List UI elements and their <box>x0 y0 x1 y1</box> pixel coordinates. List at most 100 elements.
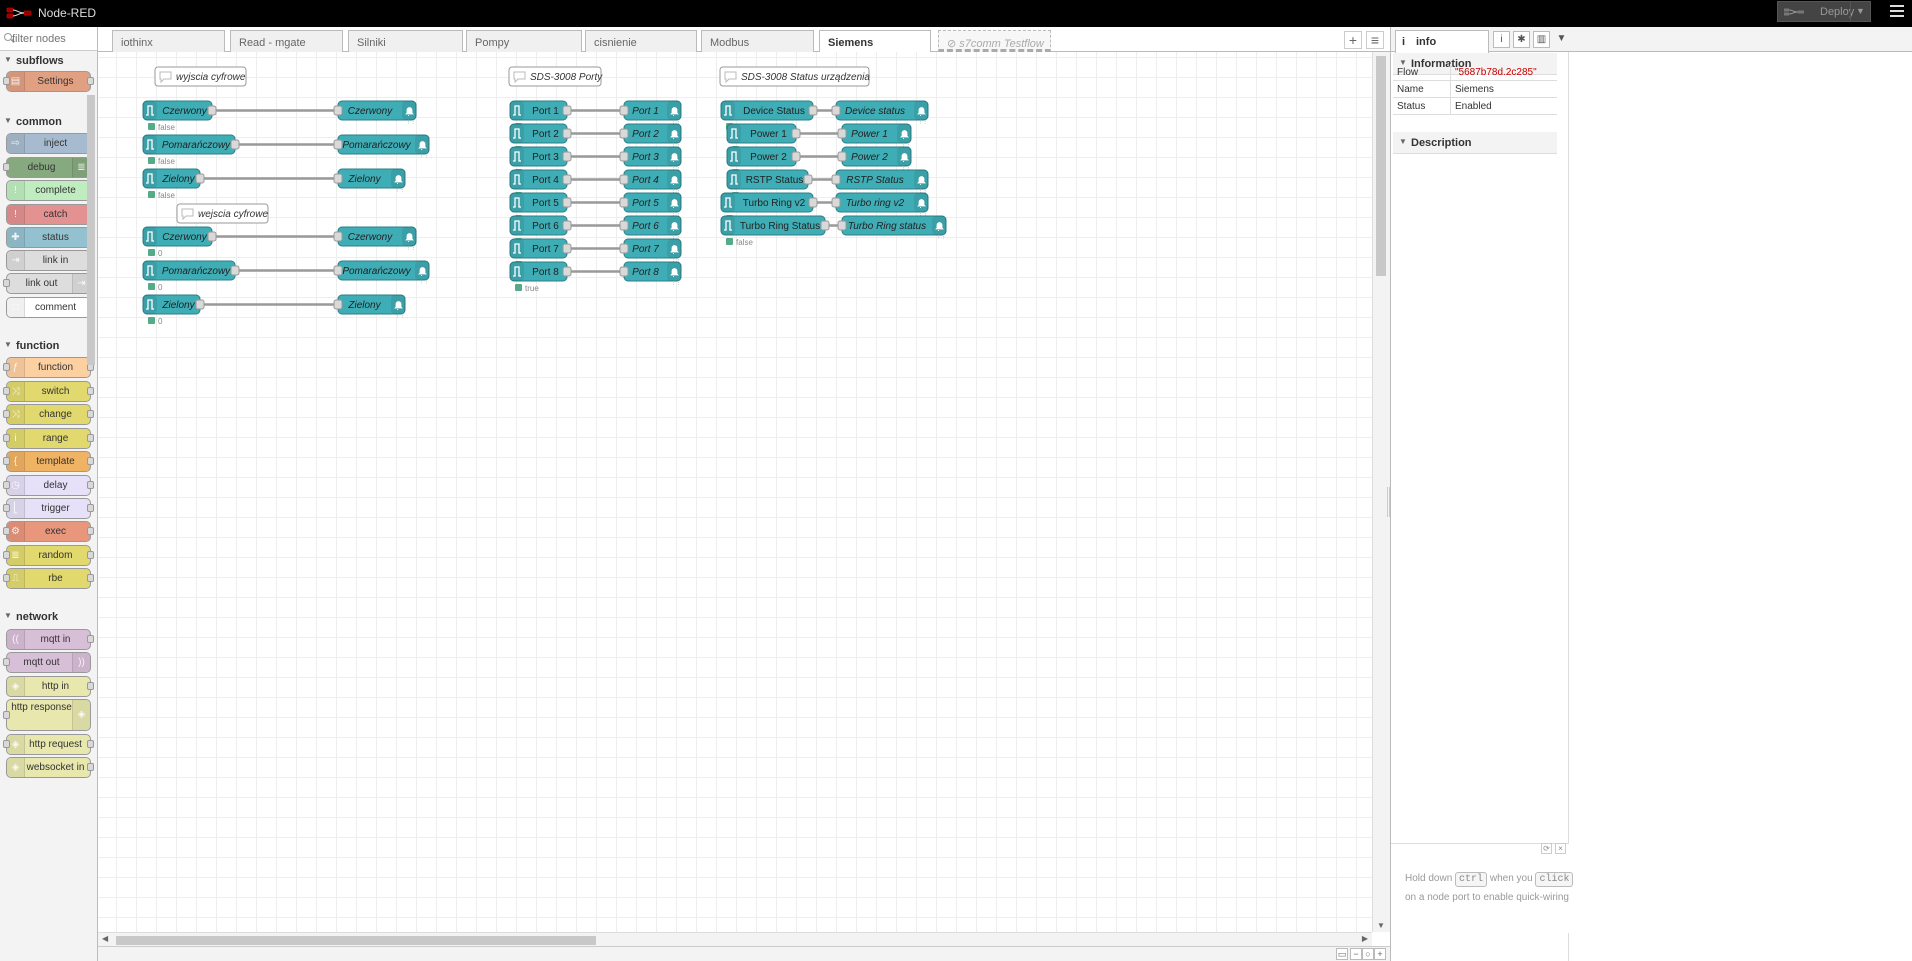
palette-node-link-out[interactable]: ⇥ link out <box>3 273 91 294</box>
output-port[interactable] <box>230 265 240 276</box>
output-port[interactable] <box>195 173 205 184</box>
output-port[interactable] <box>195 299 205 310</box>
output-port[interactable] <box>562 105 572 116</box>
palette-node-http-response[interactable]: ◈ http response <box>3 699 91 731</box>
input-port[interactable] <box>333 105 343 116</box>
palette-category-network[interactable]: ▼ network <box>0 607 84 627</box>
zoom-in-button[interactable]: + <box>1374 948 1386 960</box>
output-node-czerwony[interactable]: Czerwony ⋮⋮ <box>333 100 417 125</box>
palette-node-debug[interactable]: ≣ debug <box>3 157 91 178</box>
output-node-port-7[interactable]: Port 7⋮⋮ <box>619 238 682 263</box>
palette-node-mqtt-out[interactable]: )) mqtt out <box>3 652 91 673</box>
output-port[interactable] <box>207 231 217 242</box>
palette-filter-input[interactable] <box>12 31 92 46</box>
output-node-port-1[interactable]: Port 1⋮⋮ <box>619 100 682 125</box>
output-node-turbo-ring-v2[interactable]: Turbo ring v2⋮⋮ <box>831 192 929 217</box>
input-port[interactable] <box>831 105 841 116</box>
input-node-pomara-czowy[interactable]: Pomarańczowy false <box>142 134 240 166</box>
palette-node-change[interactable]: ⤨ change <box>3 404 94 425</box>
main-menu-icon[interactable] <box>1890 5 1904 19</box>
output-node-port-4[interactable]: Port 4⋮⋮ <box>619 169 682 194</box>
palette-node-link-in[interactable]: ⇥ link in <box>6 250 94 271</box>
input-port[interactable] <box>619 151 629 162</box>
input-port[interactable] <box>333 139 343 150</box>
output-port[interactable] <box>562 266 572 277</box>
palette-node-template[interactable]: {template <box>3 451 94 472</box>
comment-node[interactable]: SDS-3008 Porty <box>508 66 603 87</box>
output-node-pomara-czowy[interactable]: Pomarańczowy ⋮⋮ <box>333 260 430 285</box>
output-node-port-8[interactable]: Port 8 ⋮⋮ <box>619 261 682 286</box>
output-port[interactable] <box>791 128 801 139</box>
zoom-out-button[interactable]: − <box>1350 948 1362 960</box>
input-port[interactable] <box>619 174 629 185</box>
input-node-zielony[interactable]: Zielony false <box>142 168 205 200</box>
input-port[interactable] <box>837 128 847 139</box>
close-tip-icon[interactable]: × <box>1555 843 1566 854</box>
input-node-czerwony[interactable]: Czerwony 0 <box>142 226 217 258</box>
info-tab-icon[interactable]: i <box>1493 31 1510 48</box>
input-node-turbo-ring-status[interactable]: Turbo Ring Status false <box>720 215 830 247</box>
palette-node-random[interactable]: ≣ random <box>3 545 94 566</box>
input-port[interactable] <box>333 265 343 276</box>
output-node-port-6[interactable]: Port 6⋮⋮ <box>619 215 682 240</box>
input-port[interactable] <box>831 174 841 185</box>
output-node-power-1[interactable]: Power 1⋮⋮ <box>837 123 912 148</box>
canvas-horizontal-scrollbar[interactable]: ◀ ▶ <box>98 932 1372 946</box>
palette-node-function[interactable]: ƒ function <box>3 357 94 378</box>
output-port[interactable] <box>820 220 830 231</box>
flow-canvas[interactable]: wyjscia cyfrowe wejscia cyfrowe SDS-3008 P… <box>98 52 1372 932</box>
tab-s7comm-testflow[interactable]: ⊘ s7comm Testflow <box>938 30 1051 52</box>
sidebar-menu-caret-icon[interactable]: ▼ <box>1553 31 1570 48</box>
palette-node-delay[interactable]: ◷ delay <box>3 475 94 496</box>
description-section-header[interactable]: ▼ Description <box>1393 132 1557 154</box>
output-port[interactable] <box>562 243 572 254</box>
tab-silniki[interactable]: Silniki <box>348 30 463 52</box>
navigator-icon[interactable]: ▭ <box>1336 948 1348 960</box>
deploy-options-caret-icon[interactable]: ▼ <box>1850 2 1870 21</box>
comment-node[interactable]: wyjscia cyfrowe <box>154 66 247 87</box>
palette-node-inject[interactable]: ⇨ inject <box>6 133 94 154</box>
output-port[interactable] <box>562 197 572 208</box>
palette-category-subflows[interactable]: ▼ subflows <box>0 51 84 71</box>
output-node-port-5[interactable]: Port 5⋮⋮ <box>619 192 682 217</box>
palette-node-comment[interactable]: □ comment <box>6 297 91 318</box>
input-port[interactable] <box>333 173 343 184</box>
input-port[interactable] <box>619 197 629 208</box>
output-node-rstp-status[interactable]: RSTP Status⋮⋮ <box>831 169 929 194</box>
input-port[interactable] <box>619 220 629 231</box>
output-port[interactable] <box>562 220 572 231</box>
input-port[interactable] <box>619 105 629 116</box>
palette-category-function[interactable]: ▼ function <box>0 336 84 356</box>
output-port[interactable] <box>803 174 813 185</box>
flow-graph[interactable]: wyjscia cyfrowe wejscia cyfrowe SDS-3008 P… <box>98 52 1372 932</box>
debug-tab-icon[interactable]: ✱ <box>1513 31 1530 48</box>
comment-node[interactable]: wejscia cyfrowe <box>176 203 269 224</box>
output-node-device-status[interactable]: Device status ⋮⋮ <box>831 100 929 125</box>
palette-node-trigger[interactable]: ⎣ trigger <box>3 498 94 519</box>
tab-info[interactable]: i info <box>1395 30 1489 53</box>
tab-cisnienie[interactable]: cisnienie <box>585 30 697 52</box>
output-port[interactable] <box>562 151 572 162</box>
palette-node-complete[interactable]: ! complete <box>6 180 94 201</box>
input-node-czerwony[interactable]: Czerwony false <box>142 100 217 132</box>
output-node-turbo-ring-status[interactable]: Turbo Ring status ⋮⋮ <box>837 215 947 240</box>
dashboard-tab-icon[interactable]: ▥ <box>1533 31 1550 48</box>
input-port[interactable] <box>619 128 629 139</box>
palette-node-switch[interactable]: ⤨ switch <box>3 381 94 402</box>
input-port[interactable] <box>837 151 847 162</box>
input-port[interactable] <box>333 231 343 242</box>
input-node-port-8[interactable]: Port 8 true <box>509 261 572 293</box>
input-port[interactable] <box>619 266 629 277</box>
output-node-port-2[interactable]: Port 2⋮⋮ <box>619 123 682 148</box>
input-port[interactable] <box>619 243 629 254</box>
palette-node-catch[interactable]: ! catch <box>6 204 94 225</box>
output-port[interactable] <box>808 105 818 116</box>
zoom-reset-button[interactable]: ○ <box>1362 948 1374 960</box>
palette-node-http-in[interactable]: ◈ http in <box>6 676 94 697</box>
output-port[interactable] <box>562 128 572 139</box>
output-node-power-2[interactable]: Power 2⋮⋮ <box>837 146 912 171</box>
comment-node[interactable]: SDS-3008 Status urządzenia <box>719 66 870 87</box>
tab-pompy[interactable]: Pompy <box>466 30 582 52</box>
palette-node-websocket-in[interactable]: ◈ websocket in <box>6 757 94 778</box>
output-port[interactable] <box>562 174 572 185</box>
